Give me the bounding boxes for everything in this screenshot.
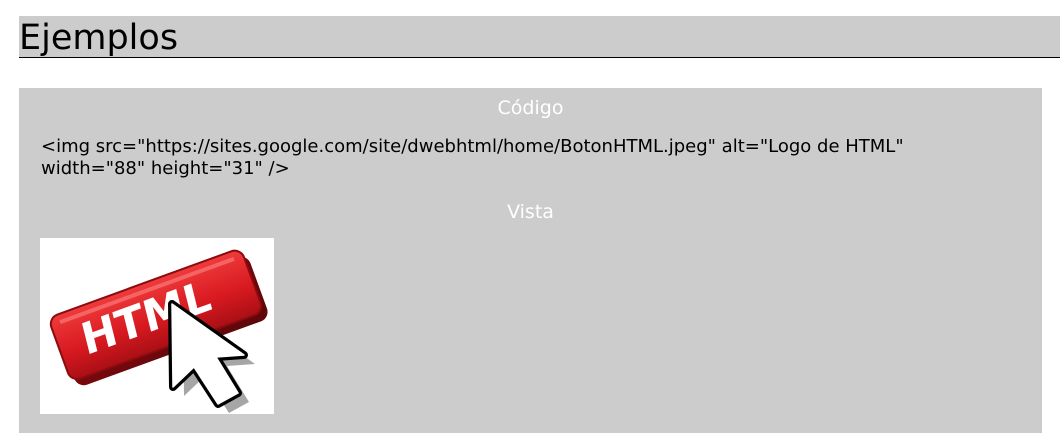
code-title: Código (497, 97, 564, 119)
html-example-box: Código <img src="https://sites.google.co… (19, 88, 1042, 433)
section-heading: Ejemplos (19, 16, 1060, 58)
view-title: Vista (507, 201, 554, 223)
page: Ejemplos Código <img src="https://sites.… (0, 0, 1060, 443)
html-button-logo: HTML (49, 249, 268, 413)
html-logo-image: HTML (40, 238, 274, 414)
page-title: Ejemplos (19, 18, 179, 58)
html-code-snippet: <img src="https://sites.google.com/site/… (41, 136, 904, 179)
